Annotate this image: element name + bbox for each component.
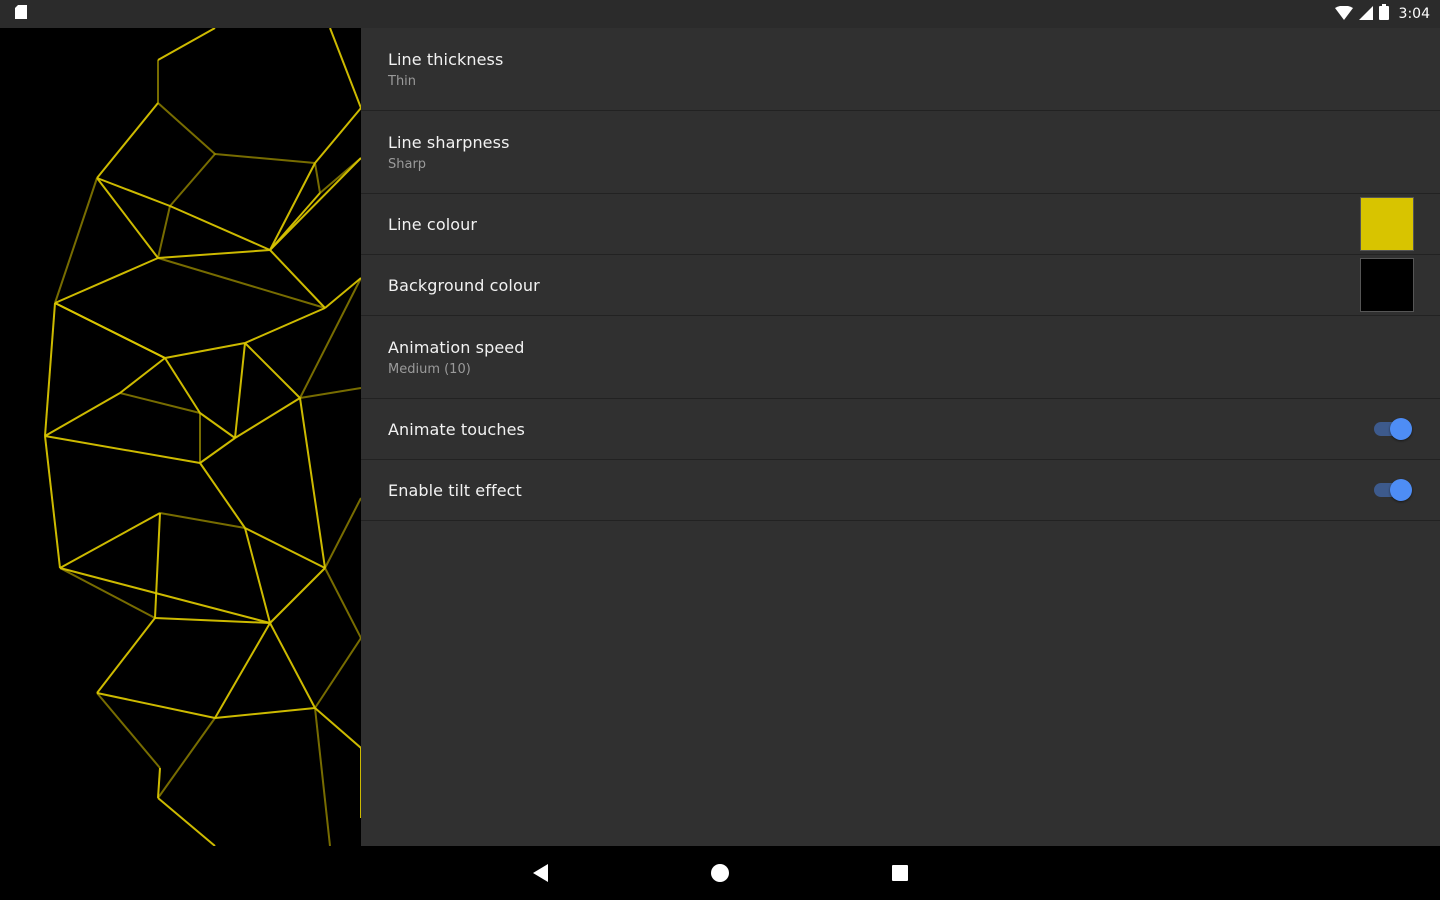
- animate-touches-switch[interactable]: [1372, 417, 1412, 441]
- status-left: [14, 4, 28, 24]
- mesh-line: [199, 412, 236, 439]
- mesh-line: [214, 622, 271, 719]
- mesh-line: [44, 435, 61, 569]
- sd-card-icon: [14, 4, 28, 24]
- mesh-line: [54, 177, 98, 304]
- switch-thumb: [1390, 418, 1412, 440]
- mesh-line: [157, 249, 271, 259]
- mesh-line: [314, 107, 361, 164]
- mesh-line: [54, 302, 166, 359]
- mesh-line: [96, 102, 159, 179]
- line-colour-swatch[interactable]: [1360, 197, 1414, 251]
- mesh-line: [59, 567, 271, 624]
- mesh-line: [244, 527, 326, 569]
- settings-list: Line thickness Thin Line sharpness Sharp…: [361, 28, 1440, 846]
- pref-line-thickness[interactable]: Line thickness Thin: [361, 28, 1440, 111]
- mesh-line: [59, 512, 161, 569]
- mesh-line: [314, 637, 361, 709]
- mesh-line: [324, 497, 361, 569]
- switch-thumb: [1390, 479, 1412, 501]
- mesh-line: [244, 342, 301, 399]
- mesh-line: [314, 707, 331, 846]
- mesh-line: [299, 387, 361, 399]
- status-right: 3:04: [1334, 4, 1430, 24]
- mesh-line: [329, 28, 361, 109]
- mesh-line: [234, 397, 301, 439]
- pref-summary: Thin: [388, 73, 417, 89]
- mesh-line: [157, 717, 216, 799]
- mesh-line: [299, 397, 326, 569]
- mesh-line: [59, 567, 156, 619]
- mesh-line: [157, 28, 216, 61]
- pref-title: Line colour: [388, 214, 478, 234]
- pref-title: Line thickness: [388, 49, 504, 69]
- line-mesh: [44, 28, 361, 846]
- pref-animate-touches[interactable]: Animate touches: [361, 399, 1440, 460]
- mesh-line: [324, 277, 361, 309]
- pref-line-sharpness[interactable]: Line sharpness Sharp: [361, 111, 1440, 194]
- pref-line-colour[interactable]: Line colour: [361, 194, 1440, 255]
- wallpaper-preview: [0, 28, 361, 846]
- pref-tilt-effect[interactable]: Enable tilt effect: [361, 460, 1440, 521]
- mesh-line: [314, 707, 361, 749]
- mesh-line: [157, 102, 216, 155]
- mesh-line: [119, 357, 166, 394]
- mesh-line: [269, 622, 316, 709]
- status-bar: 3:04: [0, 0, 1440, 28]
- mesh-line: [244, 527, 271, 624]
- mesh-line: [159, 512, 246, 529]
- mesh-line: [214, 153, 316, 164]
- pref-title: Background colour: [388, 275, 540, 295]
- wifi-icon: [1334, 5, 1353, 24]
- mesh-line: [157, 205, 171, 259]
- pref-animation-speed[interactable]: Animation speed Medium (10): [361, 316, 1440, 399]
- mesh-line: [44, 392, 121, 437]
- mesh-line: [214, 707, 316, 719]
- cell-signal-icon: [1358, 5, 1373, 24]
- back-icon[interactable]: [525, 858, 555, 888]
- mesh-line: [324, 567, 361, 639]
- mesh-line: [54, 257, 159, 304]
- tilt-effect-switch[interactable]: [1372, 478, 1412, 502]
- mesh-line: [269, 567, 326, 624]
- pref-title: Animation speed: [388, 337, 525, 357]
- pref-background-colour[interactable]: Background colour: [361, 255, 1440, 316]
- navigation-bar: [0, 846, 1440, 900]
- battery-icon: [1378, 4, 1389, 24]
- mesh-line: [169, 205, 271, 251]
- status-time: 3:04: [1398, 6, 1430, 22]
- pref-title: Enable tilt effect: [388, 480, 522, 500]
- pref-summary: Medium (10): [388, 361, 471, 377]
- background-colour-swatch[interactable]: [1360, 258, 1414, 312]
- pref-title: Line sharpness: [388, 132, 510, 152]
- mesh-line: [157, 797, 216, 846]
- mesh-line: [314, 162, 321, 194]
- mesh-line: [154, 512, 161, 619]
- mesh-line: [96, 617, 156, 694]
- mesh-line: [299, 277, 361, 399]
- mesh-line: [199, 437, 236, 464]
- mesh-line: [234, 342, 246, 439]
- recents-icon[interactable]: [885, 858, 915, 888]
- mesh-line: [169, 153, 216, 207]
- mesh-line: [44, 302, 56, 437]
- mesh-line: [164, 342, 246, 359]
- pref-summary: Sharp: [388, 156, 427, 172]
- home-icon[interactable]: [705, 858, 735, 888]
- mesh-line: [199, 462, 246, 529]
- mesh-line: [157, 767, 161, 799]
- mesh-line: [44, 435, 201, 464]
- mesh-line: [244, 307, 326, 344]
- pref-title: Animate touches: [388, 419, 525, 439]
